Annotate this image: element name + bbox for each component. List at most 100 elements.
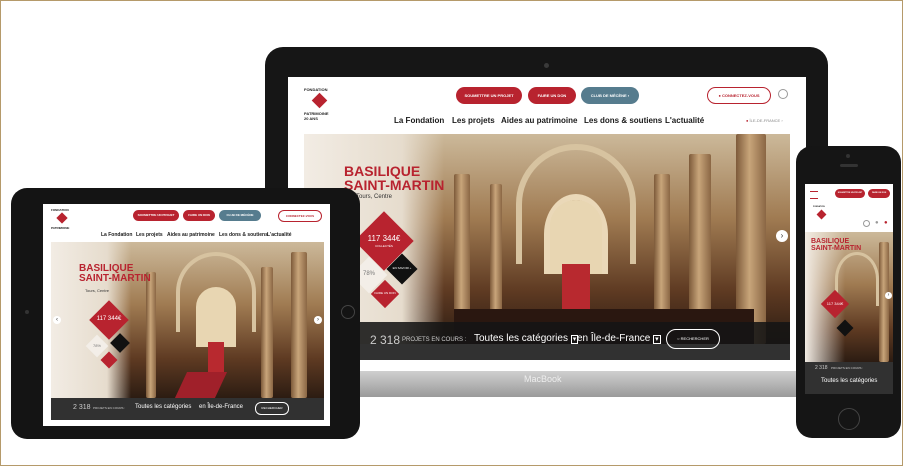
column — [291, 252, 307, 398]
region-select[interactable]: en Île-de-France ▾ — [577, 333, 661, 344]
logo-mark — [56, 212, 68, 224]
club-button-label: CLUB DE MÉCÈNE — [590, 93, 627, 98]
logo-text: FONDATION — [51, 208, 69, 212]
nav-actualite[interactable]: L'actualité — [267, 232, 292, 238]
laptop-brand-label: MacBook — [524, 374, 562, 384]
funding-amount: 117 344€ — [96, 316, 122, 322]
user-icon: ● — [718, 93, 721, 98]
logo-mark — [816, 209, 827, 220]
red-carpet — [174, 372, 228, 398]
tablet-home-button[interactable] — [341, 305, 355, 319]
funding-percent: 78% — [92, 343, 101, 348]
project-count: 2 318 — [815, 365, 828, 371]
column — [261, 267, 273, 398]
nav-dons[interactable]: Les dons & soutiens — [584, 116, 662, 125]
apse-wall — [550, 200, 602, 274]
next-slide-arrow[interactable]: › — [776, 230, 788, 242]
hero-banner: BASILIQUE SAINT-MARTIN Tours, Centre 117… — [304, 134, 790, 344]
hero-location: Tours, Centre — [85, 288, 110, 293]
logo-text: FONDATION — [813, 206, 825, 208]
club-button[interactable]: CLUB DE MÉCÈNE — [219, 210, 261, 221]
submit-project-button[interactable]: SOUMETTRE UN PROJET — [835, 189, 865, 198]
phone-speaker — [840, 164, 858, 167]
logo-text-3: 20 ANS — [304, 116, 318, 121]
location-pin-icon[interactable]: ● — [875, 220, 879, 226]
altar — [562, 264, 590, 314]
region-value: en Île-de-France — [577, 333, 651, 344]
project-count: 2 318 — [73, 404, 91, 411]
region-selector[interactable]: ● ÎLE-DE-FRANCE › — [746, 118, 783, 123]
logo-text-2: PATRIMOINE — [51, 226, 70, 230]
column — [146, 272, 156, 398]
search-button[interactable]: RECHERCHER — [255, 402, 289, 415]
site-logo[interactable]: FONDATION PATRIMOINE 20 ANS — [304, 87, 340, 121]
hero-banner: BASILIQUE SAINT-MARTIN 117 344€ › — [805, 232, 893, 362]
site-logo[interactable]: FONDATION — [813, 206, 833, 228]
phone-home-button[interactable] — [838, 408, 860, 430]
category-value: Toutes les catégories — [474, 333, 568, 344]
donate-button[interactable]: FAIRE UN DON — [868, 189, 890, 198]
search-button-label: RECHERCHER — [680, 336, 709, 341]
prev-slide-arrow[interactable]: ‹ — [53, 316, 61, 324]
project-count: 2 318 — [370, 333, 401, 347]
lock-icon: ▪ — [627, 93, 630, 98]
hero-banner: BASILIQUE SAINT-MARTIN Tours, Centre 117… — [51, 242, 324, 398]
donate-button[interactable]: FAIRE UN DON — [183, 210, 215, 221]
login-button[interactable]: CONNECTEZ-VOUS — [278, 210, 322, 222]
submit-project-button[interactable]: SOUMETTRE UN PROJET — [133, 210, 179, 221]
site-logo[interactable]: FONDATION PATRIMOINE — [51, 208, 75, 234]
submit-project-button[interactable]: SOUMETTRE UN PROJET — [456, 87, 522, 104]
search-bar: 2 318 PROJETS EN COURS : Toutes les caté… — [51, 398, 324, 420]
next-slide-arrow[interactable]: › — [885, 292, 892, 299]
laptop-screen: FONDATION PATRIMOINE 20 ANS SOUMETTRE UN… — [288, 77, 806, 371]
hero-location: Tours, Centre — [356, 194, 393, 200]
next-slide-arrow[interactable]: › — [314, 316, 322, 324]
nav-les-projets[interactable]: Les projets — [452, 116, 495, 125]
search-bar: 2 318 PROJETS EN COURS : Toutes les caté… — [805, 362, 893, 394]
category-select[interactable]: Toutes les catégories — [821, 378, 877, 384]
tablet-camera — [25, 310, 29, 314]
category-select[interactable]: Toutes les catégories — [135, 404, 191, 410]
tablet-screen: FONDATION PATRIMOINE SOUMETTRE UN PROJET… — [43, 204, 330, 426]
chevron-down-icon: ▾ — [653, 335, 661, 344]
project-count-label: PROJETS EN COURS : — [831, 366, 864, 370]
tablet-device: FONDATION PATRIMOINE SOUMETTRE UN PROJET… — [11, 188, 360, 439]
region-label: ÎLE-DE-FRANCE — [749, 118, 781, 123]
nav-la-fondation[interactable]: La Fondation — [394, 116, 444, 125]
nav-dons[interactable]: Les dons & soutiens — [219, 232, 268, 238]
region-select[interactable]: en Île-de-France — [199, 404, 243, 410]
more-info-label: EN SAVOIR + — [392, 266, 412, 270]
funding-amount: 117 344€ — [367, 234, 401, 243]
laptop-camera — [544, 63, 549, 68]
search-bar: 2 318 PROJETS EN COURS : Toutes les caté… — [304, 322, 790, 360]
login-label: CONNECTEZ-VOUS — [721, 93, 760, 98]
search-icon[interactable] — [863, 220, 870, 227]
nav-aides[interactable]: Aides au patrimoine — [501, 116, 577, 125]
category-select[interactable]: Toutes les catégories ▾ — [474, 333, 579, 344]
location-pin-icon: ● — [746, 118, 749, 123]
hero-title: BASILIQUE SAINT-MARTIN — [344, 163, 445, 193]
hero-title: BASILIQUE SAINT-MARTIN — [811, 238, 862, 252]
phone-device: SOUMETTRE UN PROJET FAIRE UN DON FONDATI… — [796, 146, 901, 438]
logo-mark — [311, 92, 328, 109]
nav-actualite[interactable]: L'actualité — [665, 116, 704, 125]
project-count-label: PROJETS EN COURS : — [93, 406, 126, 410]
nav-la-fondation[interactable]: La Fondation — [101, 232, 132, 238]
user-icon[interactable]: ● — [884, 220, 888, 226]
search-button[interactable]: ○ RECHERCHER — [666, 329, 720, 349]
magnifier-icon: ○ — [677, 336, 680, 341]
club-button[interactable]: CLUB DE MÉCÈNE ▪ — [581, 87, 639, 104]
phone-screen: SOUMETTRE UN PROJET FAIRE UN DON FONDATI… — [805, 184, 893, 394]
donate-diamond-label: FAIRE UN DON — [374, 291, 396, 295]
nav-les-projets[interactable]: Les projets — [136, 232, 163, 238]
funding-amount: 117 344€ — [826, 301, 844, 306]
project-count-label: PROJETS EN COURS : — [402, 337, 467, 343]
column — [879, 242, 889, 362]
search-icon[interactable] — [778, 89, 788, 99]
nav-aides[interactable]: Aides au patrimoine — [167, 232, 215, 238]
donate-button[interactable]: FAIRE UN DON — [528, 87, 576, 104]
hero-title: BASILIQUE SAINT-MARTIN — [79, 263, 151, 284]
login-button[interactable]: ● CONNECTEZ-VOUS — [707, 87, 771, 104]
apse-wall — [196, 287, 236, 347]
menu-icon[interactable] — [810, 191, 818, 199]
